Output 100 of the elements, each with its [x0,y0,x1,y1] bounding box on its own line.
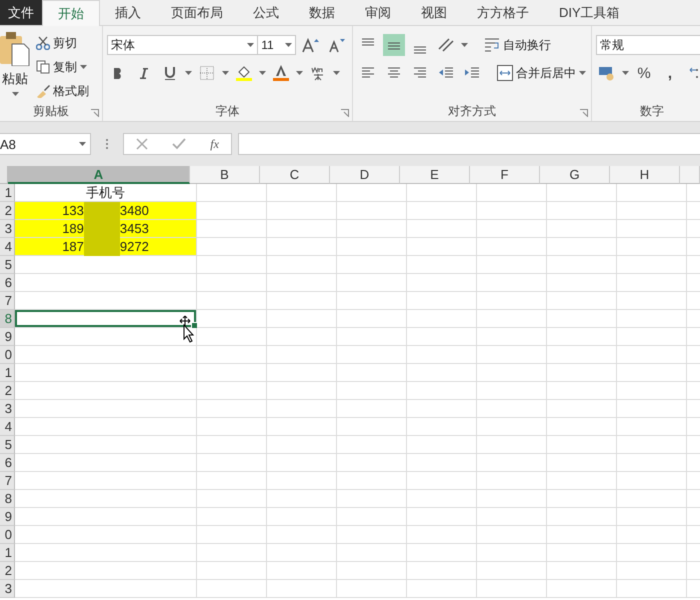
table-cell [617,526,687,544]
table-cell [337,436,407,454]
ribbon-tab[interactable]: 视图 [406,0,462,25]
table-cell [617,202,687,220]
column-header[interactable]: B [190,166,260,184]
clipboard-icon[interactable] [0,32,30,66]
table-cell [337,544,407,562]
table-cell [197,472,267,490]
check-icon[interactable] [172,138,186,150]
ribbon-tab[interactable]: 数据 [294,0,350,25]
dialog-launcher-icon[interactable] [91,109,99,117]
row-header[interactable]: 7 [0,292,15,310]
table-cell [337,490,407,508]
column-header[interactable]: H [610,166,680,184]
row-header[interactable]: 4 [0,418,15,436]
row-header[interactable]: 2 [0,382,15,400]
ribbon-tab[interactable]: 页面布局 [156,0,238,25]
format-painter-button[interactable]: 格式刷 [34,80,91,102]
formula-input[interactable] [238,133,700,155]
comma-button[interactable]: , [659,62,681,84]
table-cell [407,508,477,526]
table-cell [547,346,617,364]
ribbon-tab[interactable]: 插入 [100,0,156,25]
ribbon-tab[interactable]: 文件 [0,0,42,25]
row-header[interactable]: 2 [0,202,15,220]
table-cell [197,346,267,364]
table-cell [267,490,337,508]
ribbon-tab[interactable]: DIY工具箱 [544,0,635,25]
column-header[interactable]: F [470,166,540,184]
row-header[interactable]: 8 [0,490,15,508]
table-cell [197,562,267,580]
row-header[interactable]: 7 [0,472,15,490]
font-size-field[interactable]: 11 [257,35,296,55]
table-cell [407,472,477,490]
table-cell [407,274,477,292]
row-header[interactable]: 9 [0,328,15,346]
column-header[interactable]: C [260,166,330,184]
row-header[interactable]: 1 [0,364,15,382]
table-cell [197,328,267,346]
dialog-launcher-icon[interactable] [341,109,349,117]
insert-function-button[interactable]: fx [210,136,219,152]
cut-button[interactable]: 剪切 [34,32,91,54]
table-cell [407,364,477,382]
table-cell [477,418,547,436]
merge-center-button[interactable]: 合并后居中 [495,62,588,84]
table-cell [407,454,477,472]
row-header[interactable]: 6 [0,454,15,472]
row-header[interactable]: 3 [0,400,15,418]
font-name-field[interactable]: 宋体 [107,35,258,55]
table-cell [267,364,337,382]
table-cell [267,256,337,274]
table-cell [267,544,337,562]
number-format-field[interactable]: 常规 [596,35,700,55]
scissors-icon [36,36,50,50]
row-header[interactable]: 1 [0,184,15,202]
dialog-launcher-icon[interactable] [580,109,588,117]
row-header[interactable]: 1 [0,544,15,562]
table-cell [547,436,617,454]
table-cell [267,400,337,418]
column-header[interactable]: E [400,166,470,184]
row-header[interactable]: 0 [0,526,15,544]
paste-button[interactable]: 粘贴 [0,68,30,90]
align-middle-icon[interactable] [383,34,405,56]
row-header[interactable]: 2 [0,562,15,580]
caret-icon [259,71,266,75]
table-cell [267,310,337,328]
table-cell [477,508,547,526]
row-header[interactable]: 8 [0,310,15,328]
ribbon-tab[interactable]: 方方格子 [462,0,544,25]
table-cell [477,562,547,580]
table-cell [477,256,547,274]
wrap-text-button[interactable]: 自动换行 [482,34,553,56]
table-cell [617,310,687,328]
table-cell [267,472,337,490]
row-header[interactable]: 3 [0,580,15,598]
table-cell [337,184,407,202]
row-header[interactable]: 5 [0,256,15,274]
row-header[interactable]: 3 [0,220,15,238]
table-cell [547,220,617,238]
ribbon-tab[interactable]: 开始 [42,0,100,26]
table-cell [337,238,407,256]
percent-button[interactable]: % [633,62,655,84]
copy-button[interactable]: 复制 [34,56,91,78]
ribbon-tab[interactable]: 审阅 [350,0,406,25]
column-header[interactable]: D [330,166,400,184]
table-cell [617,508,687,526]
table-cell [547,184,617,202]
name-box[interactable]: A8 [0,133,91,155]
row-header[interactable]: 5 [0,436,15,454]
row-header[interactable]: 4 [0,238,15,256]
table-cell [617,274,687,292]
row-header[interactable]: 9 [0,508,15,526]
blur-mask [84,202,120,220]
table-cell [407,310,477,328]
ribbon-tab[interactable]: 公式 [238,0,294,25]
table-cell [477,454,547,472]
column-header[interactable]: G [540,166,610,184]
table-cell [337,202,407,220]
row-header[interactable]: 6 [0,274,15,292]
row-header[interactable]: 0 [0,346,15,364]
